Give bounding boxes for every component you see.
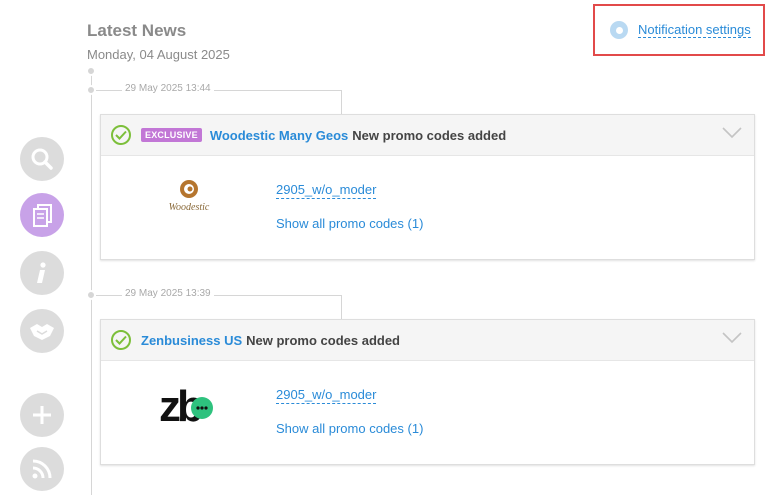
settings-dot-icon — [610, 21, 628, 39]
handshake-icon[interactable] — [20, 309, 64, 353]
check-icon — [111, 330, 131, 350]
info-icon[interactable] — [20, 251, 64, 295]
show-all-promo-codes-link[interactable]: Show all promo codes (1) — [276, 216, 423, 231]
documents-icon[interactable] — [20, 193, 64, 237]
news-headline: New promo codes added — [246, 332, 401, 348]
show-all-promo-codes-link[interactable]: Show all promo codes (1) — [276, 421, 423, 436]
news-card: Zenbusiness US New promo codes added zb … — [100, 319, 755, 465]
zenbusiness-logo: zb — [159, 377, 219, 431]
search-icon[interactable] — [20, 137, 64, 181]
chevron-down-icon[interactable] — [722, 127, 742, 139]
notification-settings-link[interactable]: Notification settings — [593, 4, 765, 56]
promo-code-link[interactable]: 2905_w/o_moder — [276, 182, 377, 199]
timeline-timestamp: 29 May 2025 13:44 — [122, 83, 214, 94]
exclusive-badge: EXCLUSIVE — [141, 128, 202, 142]
page-title: Latest News — [87, 21, 187, 40]
news-card: EXCLUSIVE Woodestic Many Geos New promo … — [100, 114, 755, 260]
news-headline: New promo codes added — [352, 127, 507, 143]
svg-text:Woodestic: Woodestic — [169, 202, 210, 213]
news-card-header[interactable]: EXCLUSIVE Woodestic Many Geos New promo … — [101, 115, 754, 156]
brand-link[interactable]: Zenbusiness US — [141, 333, 242, 348]
plus-icon[interactable] — [20, 393, 64, 437]
timeline-dot — [86, 290, 96, 300]
timeline-timestamp: 29 May 2025 13:39 — [122, 288, 214, 299]
rss-icon[interactable] — [20, 447, 64, 491]
notification-settings-label[interactable]: Notification settings — [638, 22, 751, 38]
chevron-down-icon[interactable] — [722, 332, 742, 344]
promo-code-link[interactable]: 2905_w/o_moder — [276, 387, 377, 404]
timeline-start-dot — [86, 66, 96, 76]
news-card-header[interactable]: Zenbusiness US New promo codes added — [101, 320, 754, 361]
woodestic-logo: Woodestic — [163, 178, 215, 218]
timeline-line — [91, 70, 92, 495]
brand-link[interactable]: Woodestic Many Geos — [210, 128, 348, 143]
page-date: Monday, 04 August 2025 — [87, 47, 230, 62]
timeline-dot — [86, 85, 96, 95]
check-icon — [111, 125, 131, 145]
